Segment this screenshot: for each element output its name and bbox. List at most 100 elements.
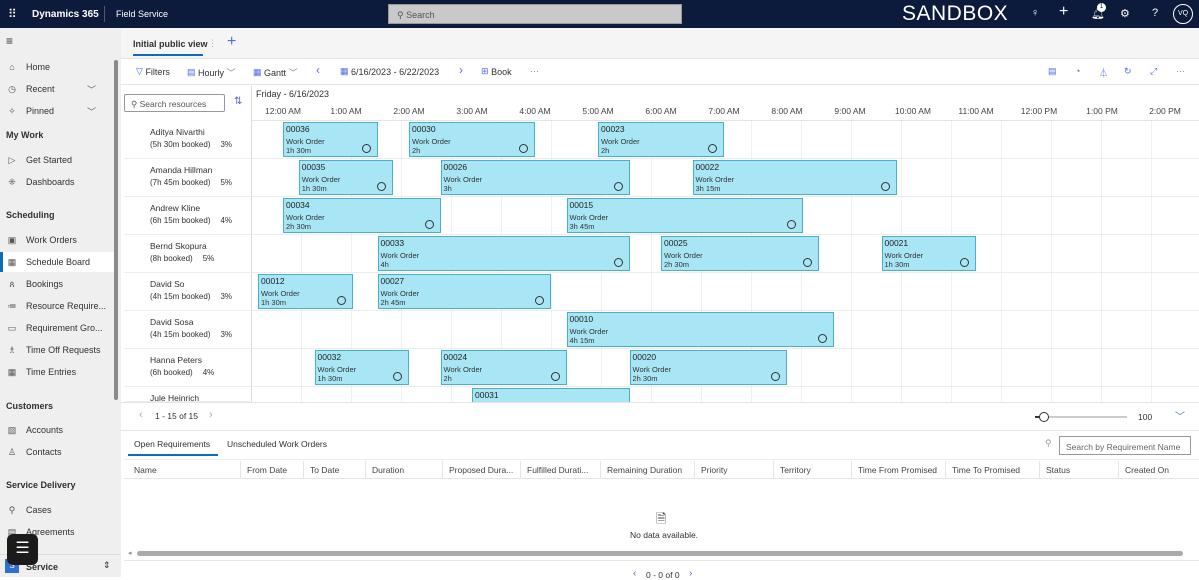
column-header[interactable]: Proposed Dura...: [442, 461, 520, 478]
sort-icon[interactable]: ⇅: [234, 96, 242, 107]
sidebar-scrollbar[interactable]: [114, 60, 118, 400]
zoom-slider[interactable]: [1035, 412, 1127, 422]
sidebar-item-time-entries[interactable]: ▦ Time Entries: [0, 362, 116, 382]
next-page-button[interactable]: ›: [209, 409, 213, 421]
gear-icon[interactable]: ⚙: [1120, 7, 1130, 20]
scroll-left-icon[interactable]: ◂: [128, 549, 132, 557]
search-resources-input[interactable]: ⚲ Search resources: [124, 94, 225, 112]
column-header[interactable]: Time From Promised: [851, 461, 945, 478]
requirement-search-input[interactable]: Search by Requirement Name: [1059, 436, 1191, 455]
avatar[interactable]: VQ: [1173, 4, 1193, 24]
add-tab-icon[interactable]: +: [227, 33, 236, 51]
tab-more-icon[interactable]: ⋮: [208, 38, 217, 49]
resource-row[interactable]: Bernd Skopura (8h booked) 5%: [124, 235, 250, 273]
alert-bell-icon[interactable]: ◔: [1075, 66, 1080, 76]
hamburger-icon[interactable]: ≡: [6, 34, 13, 48]
book-button[interactable]: ⊞ Book: [481, 66, 512, 77]
column-header[interactable]: Territory: [773, 461, 851, 478]
toolbar-more-icon[interactable]: ···: [1176, 66, 1185, 76]
booking-00012[interactable]: 00012 Work Order 1h 30m: [258, 274, 353, 309]
booking-00025[interactable]: 00025 Work Order 2h 30m: [661, 236, 819, 271]
previous-range-button[interactable]: ‹: [316, 63, 320, 77]
sidebar-item-recent[interactable]: ◷ Recent ﹀: [0, 79, 116, 99]
collapse-chevron-icon[interactable]: ﹀: [1175, 408, 1185, 423]
sidebar-item-pinned[interactable]: ✧ Pinned ﹀: [0, 101, 116, 121]
column-header[interactable]: Fulfilled Durati...: [520, 461, 600, 478]
sidebar-item-work-orders[interactable]: ▣ Work Orders: [0, 230, 116, 250]
resource-row[interactable]: Aditya Nivarthi (5h 30m booked) 3%: [124, 121, 250, 159]
global-search-input[interactable]: ⚲ Search: [388, 4, 682, 24]
gantt-dropdown[interactable]: ▦ Gantt ﹀: [253, 66, 298, 79]
sidebar-item-cases[interactable]: ⚲ Cases: [0, 500, 116, 520]
date-range-picker[interactable]: ▦ 6/16/2023 - 6/22/2023: [340, 66, 439, 77]
booking-00033[interactable]: 00033 Work Order 4h: [377, 236, 630, 271]
sidebar-item-requirement-gro[interactable]: ▭ Requirement Gro...: [0, 318, 116, 338]
resource-row[interactable]: Amanda Hillman (7h 45m booked) 5%: [124, 159, 250, 197]
resource-row[interactable]: David So (4h 15m booked) 3%: [124, 273, 250, 311]
booking-00034[interactable]: 00034 Work Order 2h 30m: [283, 198, 441, 233]
booking-00010[interactable]: 00010 Work Order 4h 15m: [566, 312, 835, 347]
sidebar-item-time-off-requests[interactable]: ♗ Time Off Requests: [0, 340, 116, 360]
column-header[interactable]: To Date: [303, 461, 365, 478]
hourly-dropdown[interactable]: ▤ Hourly ﹀: [187, 66, 236, 79]
booking-00023[interactable]: 00023 Work Order 2h: [598, 122, 724, 157]
next-range-button[interactable]: ›: [459, 63, 463, 77]
chevron-down-icon[interactable]: ﹀: [87, 105, 96, 118]
app-launcher-icon[interactable]: ⠿: [8, 7, 17, 21]
sidebar-item-accounts[interactable]: ▧ Accounts: [0, 420, 116, 440]
booking-00027[interactable]: 00027 Work Order 2h 45m: [377, 274, 551, 309]
resource-row[interactable]: Andrew Kline (6h 15m booked) 4%: [124, 197, 250, 235]
sidebar-item-home[interactable]: ⌂ Home: [0, 57, 116, 77]
column-header[interactable]: From Date: [240, 461, 303, 478]
booking-00026[interactable]: 00026 Work Order 3h: [440, 160, 630, 195]
app-name[interactable]: Field Service: [116, 9, 168, 19]
column-header[interactable]: Status: [1039, 461, 1118, 478]
tab-initial-public-view[interactable]: Initial public view: [133, 39, 208, 49]
booking-00035[interactable]: 00035 Work Order 1h 30m: [298, 160, 394, 195]
booking-00031[interactable]: 00031Work Order: [472, 388, 630, 402]
column-header[interactable]: Created On: [1118, 461, 1199, 478]
add-icon[interactable]: +: [1059, 3, 1068, 21]
prev-page-button[interactable]: ‹: [139, 409, 143, 421]
map-person-icon[interactable]: ⏃: [1099, 66, 1108, 79]
booking-00021[interactable]: 00021 Work Order 1h 30m: [881, 236, 976, 271]
resource-row[interactable]: Jule Heinrich: [124, 387, 250, 402]
sidebar-item-bookings[interactable]: ጰ Bookings: [0, 274, 116, 294]
next-page-button[interactable]: ›: [689, 568, 692, 579]
column-header[interactable]: Time To Promised: [945, 461, 1039, 478]
booking-00022[interactable]: 00022 Work Order 3h 15m: [692, 160, 898, 195]
list-view-floating-button[interactable]: ☰: [7, 534, 38, 565]
brand[interactable]: Dynamics 365: [32, 9, 99, 20]
filters-button[interactable]: ▽ Filters: [136, 66, 170, 77]
expand-icon[interactable]: ⤢: [1150, 66, 1157, 77]
board-settings-icon[interactable]: ▤: [1048, 66, 1057, 77]
horizontal-scrollbar[interactable]: [137, 551, 1183, 556]
booking-00020[interactable]: 00020 Work Order 2h 30m: [629, 350, 787, 385]
sidebar-item-contacts[interactable]: ♙ Contacts: [0, 442, 116, 462]
resource-row[interactable]: Hanna Peters (6h booked) 4%: [124, 349, 250, 387]
column-header[interactable]: Duration: [365, 461, 442, 478]
booking-00032[interactable]: 00032 Work Order 1h 30m: [314, 350, 409, 385]
refresh-icon[interactable]: ↻: [1124, 66, 1132, 77]
sidebar-item-dashboards[interactable]: ⁜ Dashboards: [0, 172, 116, 192]
zoom-slider-handle[interactable]: [1039, 412, 1050, 422]
help-icon[interactable]: ?: [1152, 7, 1158, 19]
sidebar-item-get-started[interactable]: ▷ Get Started: [0, 150, 116, 170]
column-header[interactable]: Remaining Duration: [600, 461, 694, 478]
booking-00030[interactable]: 00030 Work Order 2h: [409, 122, 535, 157]
booking-00036[interactable]: 00036 Work Order 1h 30m: [283, 122, 378, 157]
sidebar-item-schedule-board[interactable]: ▦ Schedule Board: [0, 252, 116, 272]
booking-00024[interactable]: 00024 Work Order 2h: [440, 350, 567, 385]
column-header[interactable]: Priority: [694, 461, 773, 478]
gantt-grid[interactable]: 00036 Work Order 1h 30m 00030 Work Order 2h 00…: [252, 121, 1199, 402]
resource-row[interactable]: David Sosa (4h 15m booked) 3%: [124, 311, 250, 349]
more-options-icon[interactable]: ···: [530, 66, 539, 76]
lightbulb-icon[interactable]: ♀: [1031, 7, 1039, 19]
prev-page-button[interactable]: ‹: [633, 568, 636, 579]
booking-00015[interactable]: 00015 Work Order 3h 45m: [566, 198, 803, 233]
tab-open-requirements[interactable]: Open Requirements: [134, 439, 210, 449]
chevron-down-icon[interactable]: ﹀: [87, 83, 96, 96]
tab-unscheduled-work-orders[interactable]: Unscheduled Work Orders: [227, 439, 327, 449]
sidebar-item-resource-require[interactable]: ≔ Resource Require...: [0, 296, 116, 316]
column-header[interactable]: Name: [128, 461, 240, 478]
